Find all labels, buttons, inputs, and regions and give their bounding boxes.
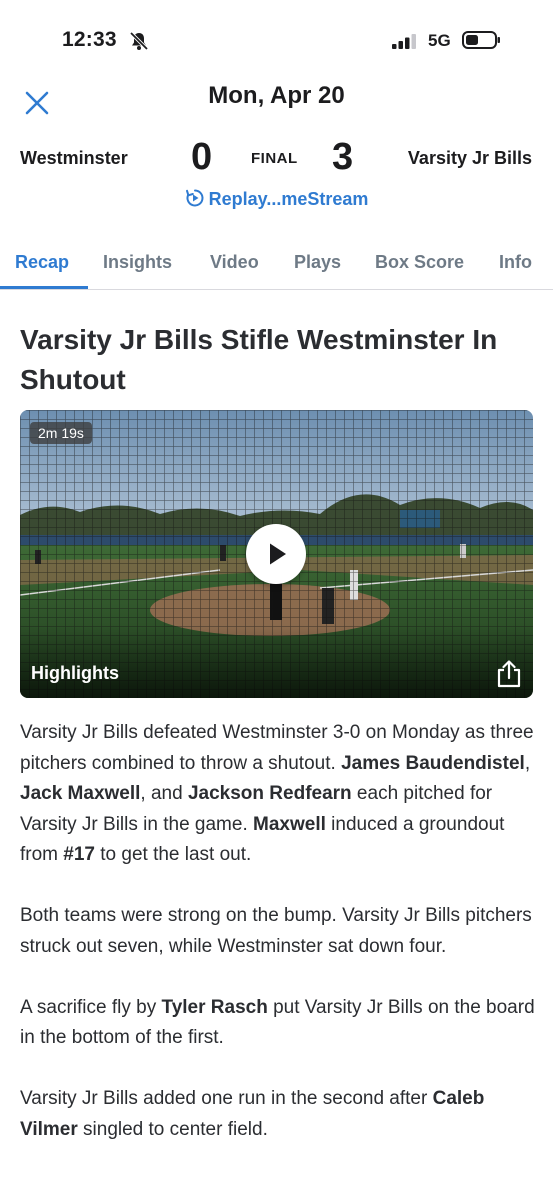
network-type: 5G — [428, 31, 451, 50]
replay-icon — [185, 189, 204, 207]
play-icon — [270, 543, 286, 565]
tab-info[interactable]: Info — [499, 252, 532, 273]
paragraph-text: A sacrifice fly by — [20, 996, 162, 1018]
article-paragraph: A sacrifice fly by Tyler Rasch put Varsi… — [20, 993, 535, 1054]
article-body: Varsity Jr Bills defeated Westminster 3-… — [20, 718, 535, 1176]
tab-box-score[interactable]: Box Score — [375, 252, 464, 273]
replay-label: Replay...meStream — [208, 189, 369, 209]
tab-insights[interactable]: Insights — [103, 252, 172, 273]
paragraph-text: to get the last out. — [94, 844, 252, 865]
signal-icon — [392, 33, 420, 49]
active-tab-indicator — [0, 286, 88, 289]
article-paragraph: Varsity Jr Bills defeated Westminster 3-… — [20, 718, 535, 871]
paragraph-text: singled to center field. — [77, 1118, 268, 1140]
tab-plays[interactable]: Plays — [294, 252, 341, 273]
highlights-video[interactable]: 2m 19s Highlights — [20, 410, 533, 698]
game-header: Mon, Apr 20 Westminster 0 FINAL 3 Varsit… — [0, 78, 553, 238]
share-icon[interactable] — [496, 660, 522, 688]
player-name[interactable]: Tyler Rasch — [162, 997, 268, 1018]
status-bar: 12:33 5G — [0, 0, 553, 80]
page-title: Mon, Apr 20 — [208, 82, 345, 109]
bell-slash-icon — [128, 30, 150, 52]
status-time: 12:33 — [62, 28, 117, 51]
tab-video[interactable]: Video — [210, 252, 259, 273]
home-team-name[interactable]: Westminster — [20, 148, 128, 169]
player-name[interactable]: #17 — [63, 844, 95, 865]
video-duration-badge: 2m 19s — [30, 422, 92, 444]
scoreboard: Westminster 0 FINAL 3 Varsity Jr Bills — [0, 136, 553, 182]
game-status: FINAL — [251, 150, 298, 167]
paragraph-text: , and — [140, 783, 188, 804]
article-paragraph: Varsity Jr Bills added one run in the se… — [20, 1084, 535, 1145]
away-team-score: 3 — [332, 136, 354, 178]
replay-link[interactable]: Replay...meStream — [0, 188, 553, 210]
paragraph-text: Varsity Jr Bills added one run in the se… — [20, 1088, 433, 1109]
player-name[interactable]: Maxwell — [253, 814, 326, 835]
play-button[interactable] — [246, 524, 306, 584]
article-headline: Varsity Jr Bills Stifle Westminster In S… — [20, 324, 498, 395]
home-team-score: 0 — [191, 136, 213, 178]
away-team-name[interactable]: Varsity Jr Bills — [408, 148, 532, 169]
article-paragraph: Both teams were strong on the bump. Vars… — [20, 901, 535, 962]
paragraph-text: Both teams were strong on the bump. Vars… — [20, 905, 532, 957]
player-name[interactable]: James Baudendistel — [341, 753, 525, 774]
battery-icon — [462, 30, 502, 50]
player-name[interactable]: Jackson Redfearn — [188, 783, 352, 804]
tab-bar: Recap Insights Video Plays Box Score Inf… — [0, 240, 553, 290]
player-name[interactable]: Jack Maxwell — [20, 783, 140, 804]
tab-recap[interactable]: Recap — [15, 252, 69, 273]
paragraph-text: , — [524, 752, 531, 774]
video-title: Highlights — [31, 663, 119, 683]
